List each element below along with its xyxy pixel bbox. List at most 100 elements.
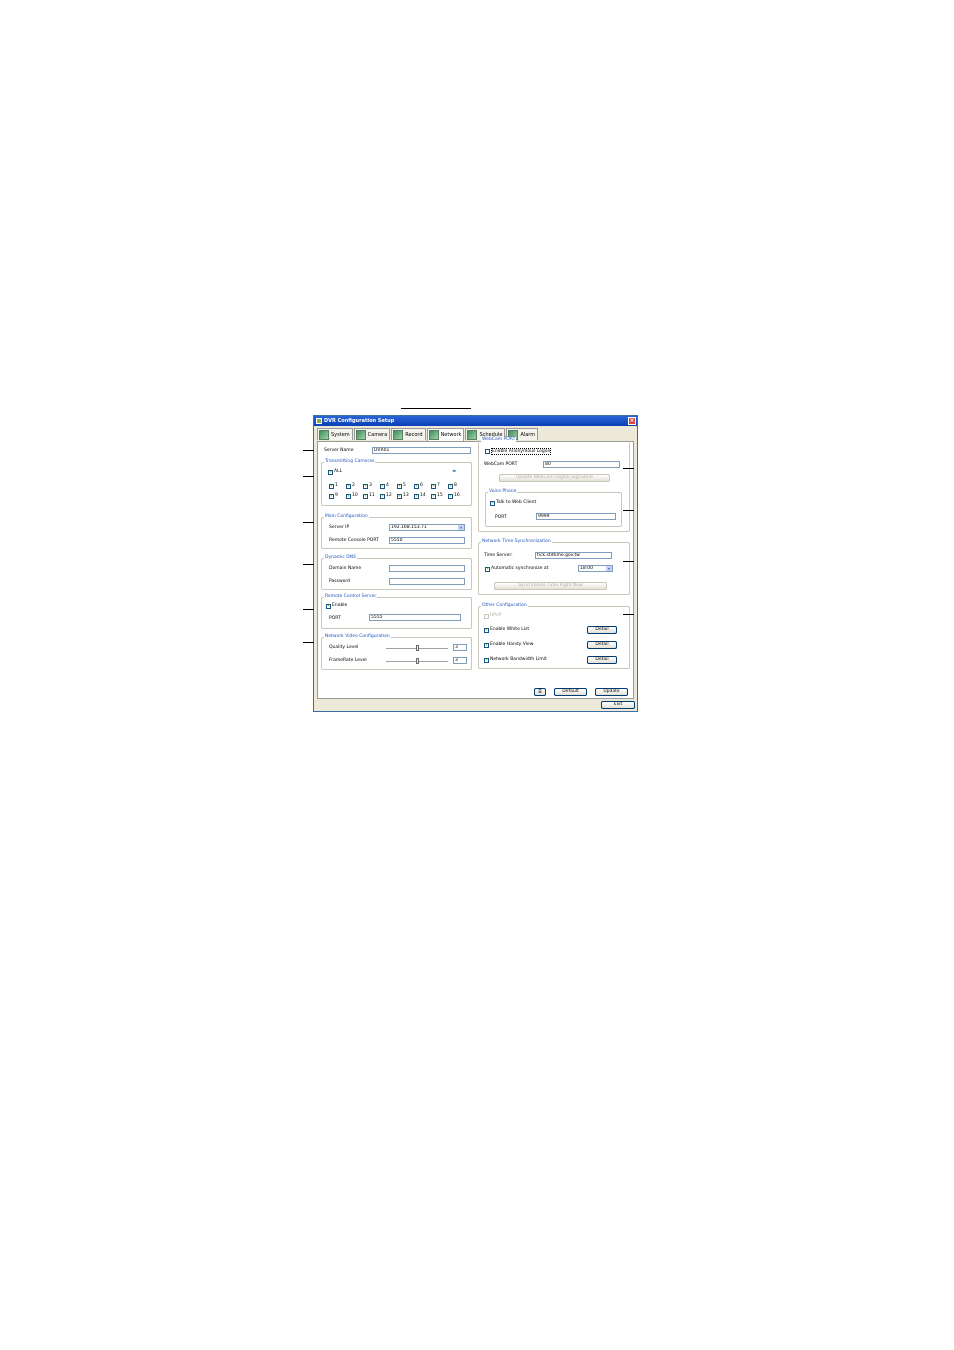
remote-port-label: PORT: [329, 616, 341, 621]
app-icon: [316, 418, 322, 424]
camera-checkbox[interactable]: ✓: [431, 494, 436, 499]
webcam-port-group: WebCam PORT ✓ Enable Anonymous Logon Web…: [478, 437, 630, 532]
camera-number-label: 3: [369, 483, 372, 488]
dynamic-dns-title: Dynamic DNS: [324, 555, 357, 561]
callout-line: [303, 564, 314, 565]
domain-name-field[interactable]: [389, 565, 465, 572]
voice-port-field[interactable]: 9999: [536, 513, 616, 520]
dynamic-dns-group: Dynamic DNS Domain Name Password: [321, 555, 472, 590]
chevron-down-icon: ▾: [606, 566, 612, 571]
camera-checkbox[interactable]: ✓: [397, 484, 402, 489]
remote-control-server-title: Remote Control Server: [324, 594, 378, 600]
framerate-level-label: FrameRate Level: [329, 658, 367, 663]
dvr-config-window: DVR Configuration Setup × System Camera …: [313, 415, 638, 712]
callout-line: [303, 642, 314, 643]
more-cameras-icon[interactable]: ◂▸: [452, 469, 457, 475]
camera-checkbox[interactable]: ✓: [346, 494, 351, 499]
time-sync-group: Network Time Synchronization Time Server…: [478, 539, 630, 595]
voice-phone-group: Voice Phone ✓ Talk to Web Client PORT 99…: [485, 489, 622, 527]
update-webcam-signature-button[interactable]: Update WebCam Digital Signature: [499, 474, 610, 482]
callout-line: [303, 450, 314, 451]
remote-enable-checkbox[interactable]: ✓: [326, 604, 331, 609]
time-server-field[interactable]: tick.stdtime.gov.tw: [535, 552, 612, 559]
camera-checkbox[interactable]: ✓: [414, 494, 419, 499]
camera-number-label: 4: [386, 483, 389, 488]
exit-button[interactable]: Exit: [601, 701, 635, 709]
bandwidth-detail-button[interactable]: Detail: [587, 656, 617, 664]
camera-checkbox[interactable]: ✓: [346, 484, 351, 489]
handy-view-checkbox[interactable]: ✓: [484, 643, 489, 648]
camera-checkbox[interactable]: ✓: [448, 494, 453, 499]
camera-checkbox[interactable]: ✓: [363, 494, 368, 499]
framerate-slider-thumb[interactable]: [416, 658, 419, 664]
password-field[interactable]: [389, 578, 465, 585]
remote-console-port-label: Remote Console PORT: [329, 538, 379, 543]
remote-enable-label: Enable: [332, 603, 348, 608]
handy-view-detail-button[interactable]: Detail: [587, 641, 617, 649]
camera-checkbox[interactable]: ✓: [431, 484, 436, 489]
time-server-label: Time Server:: [484, 553, 513, 558]
server-name-label: Server Name: [324, 448, 354, 453]
server-name-field[interactable]: DVR01: [372, 447, 471, 454]
camera-number-label: 2: [352, 483, 355, 488]
tab-system[interactable]: System: [317, 428, 353, 440]
domain-name-label: Domain Name: [329, 566, 362, 571]
white-list-checkbox[interactable]: ✓: [484, 628, 489, 633]
camera-number-label: 12: [386, 493, 392, 498]
camera-checkbox[interactable]: ✓: [380, 494, 385, 499]
main-configuration-group: Main Configuration Server IP 192.168.153…: [321, 514, 472, 549]
callout-line: [623, 468, 634, 469]
camera-checkbox[interactable]: ✓: [329, 494, 334, 499]
webcam-port-label: WebCam PORT: [484, 462, 518, 467]
schedule-icon: [467, 429, 478, 440]
other-configuration-group: Other Configuration ✓ UPnP ✓ Enable Whit…: [478, 603, 630, 669]
default-button[interactable]: Default: [554, 688, 587, 696]
title-bar: DVR Configuration Setup ×: [314, 416, 637, 426]
reference-underline: [401, 408, 471, 409]
camera-number-label: 11: [369, 493, 375, 498]
camera-checkbox[interactable]: ✓: [329, 484, 334, 489]
camera-number-label: 10: [352, 493, 358, 498]
record-icon: [393, 429, 404, 440]
camera-checkbox[interactable]: ✓: [380, 484, 385, 489]
printer-button[interactable]: ⎙: [534, 688, 546, 696]
remote-port-field[interactable]: 5555: [369, 614, 461, 621]
camera-checkbox[interactable]: ✓: [448, 484, 453, 489]
camera-checkbox[interactable]: ✓: [397, 494, 402, 499]
tab-network[interactable]: Network: [426, 428, 465, 441]
camera-number-label: 13: [403, 493, 409, 498]
tab-record[interactable]: Record: [391, 428, 426, 440]
remote-control-server-group: Remote Control Server ✓ Enable PORT 5555: [321, 594, 472, 629]
network-icon: [428, 430, 439, 440]
update-button[interactable]: Update: [595, 688, 628, 696]
anonymous-logon-checkbox[interactable]: ✓: [485, 449, 490, 454]
all-cameras-checkbox[interactable]: ✓: [328, 470, 333, 475]
close-button[interactable]: ×: [628, 417, 636, 425]
bandwidth-limit-checkbox[interactable]: ✓: [484, 658, 489, 663]
camera-checkbox[interactable]: ✓: [363, 484, 368, 489]
framerate-value-field[interactable]: 3: [453, 657, 467, 664]
sync-now-button[interactable]: Synchronize Time Right Now: [494, 582, 607, 590]
callout-line: [303, 522, 314, 523]
voice-port-label: PORT: [495, 515, 507, 520]
camera-number-label: 14: [420, 493, 426, 498]
webcam-port-field[interactable]: 80: [543, 461, 620, 468]
white-list-label: Enable White List: [490, 627, 530, 632]
upnp-checkbox[interactable]: ✓: [484, 614, 489, 619]
white-list-detail-button[interactable]: Detail: [587, 626, 617, 634]
auto-sync-checkbox[interactable]: ✓: [485, 567, 490, 572]
network-video-title: Network Video Configuration: [324, 634, 391, 640]
webcam-port-title: WebCam PORT: [481, 437, 517, 443]
printer-icon: ⎙: [538, 689, 542, 694]
camera-number-label: 7: [437, 483, 440, 488]
camera-checkbox[interactable]: ✓: [414, 484, 419, 489]
talk-to-web-checkbox[interactable]: ✓: [490, 501, 495, 506]
quality-slider-thumb[interactable]: [416, 645, 419, 651]
anonymous-logon-label: Enable Anonymous Logon: [491, 448, 552, 455]
remote-console-port-field[interactable]: 5550: [389, 537, 465, 544]
camera-number-label: 6: [420, 483, 423, 488]
quality-value-field[interactable]: 3: [453, 644, 467, 651]
tab-camera[interactable]: Camera: [353, 428, 391, 440]
server-ip-select[interactable]: 192.168.153.71 ▾: [389, 524, 465, 531]
auto-sync-time-select[interactable]: 18:00 ▾: [578, 565, 613, 572]
